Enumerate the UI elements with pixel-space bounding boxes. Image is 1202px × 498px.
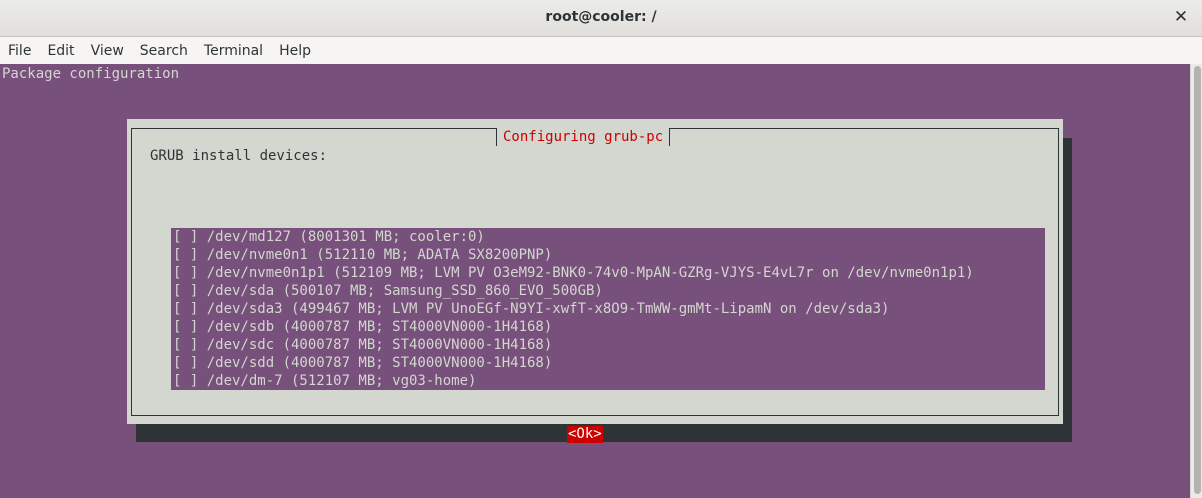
terminal-area[interactable]: Package configuration Configuring grub-p… bbox=[0, 64, 1190, 498]
dialog-prompt: GRUB install devices: bbox=[150, 148, 328, 164]
device-option[interactable]: [ ] /dev/sdc (4000787 MB; ST4000VN000-1H… bbox=[171, 336, 1045, 354]
device-option[interactable]: [ ] /dev/nvme0n1 (512110 MB; ADATA SX820… bbox=[171, 246, 1045, 264]
close-icon[interactable]: ✕ bbox=[1170, 6, 1192, 28]
menu-help[interactable]: Help bbox=[279, 43, 311, 59]
menu-file[interactable]: File bbox=[8, 43, 31, 59]
device-option[interactable]: [ ] /dev/sda (500107 MB; Samsung_SSD_860… bbox=[171, 282, 1045, 300]
device-option[interactable]: [ ] /dev/md127 (8001301 MB; cooler:0) bbox=[171, 228, 1045, 246]
device-option[interactable]: [ ] /dev/sdd (4000787 MB; ST4000VN000-1H… bbox=[171, 354, 1045, 372]
menu-bar: File Edit View Search Terminal Help bbox=[0, 37, 1202, 64]
package-config-header: Package configuration bbox=[2, 66, 180, 82]
device-option[interactable]: [ ] /dev/dm-7 (512107 MB; vg03-home) bbox=[171, 372, 1045, 390]
device-option[interactable]: [ ] /dev/sdb (4000787 MB; ST4000VN000-1H… bbox=[171, 318, 1045, 336]
device-option[interactable]: [ ] /dev/sda3 (499467 MB; LVM PV UnoEGf-… bbox=[171, 300, 1045, 318]
menu-terminal[interactable]: Terminal bbox=[204, 43, 263, 59]
device-option[interactable]: [ ] /dev/nvme0n1p1 (512109 MB; LVM PV O3… bbox=[171, 264, 1045, 282]
menu-edit[interactable]: Edit bbox=[47, 43, 74, 59]
scrollbar[interactable] bbox=[1190, 64, 1202, 498]
menu-search[interactable]: Search bbox=[140, 43, 188, 59]
terminal-window: root@cooler: / ✕ File Edit View Search T… bbox=[0, 0, 1202, 498]
ok-button[interactable]: <Ok> bbox=[567, 426, 603, 443]
window-title: root@cooler: / bbox=[545, 9, 657, 25]
scrollbar-thumb[interactable] bbox=[1194, 66, 1201, 494]
dialog-title: Configuring grub-pc bbox=[496, 128, 671, 146]
grub-dialog: Configuring grub-pc GRUB install devices… bbox=[127, 119, 1063, 443]
device-list: [ ] /dev/md127 (8001301 MB; cooler:0) [ … bbox=[171, 228, 1045, 390]
menu-view[interactable]: View bbox=[91, 43, 124, 59]
title-bar[interactable]: root@cooler: / ✕ bbox=[0, 0, 1202, 37]
